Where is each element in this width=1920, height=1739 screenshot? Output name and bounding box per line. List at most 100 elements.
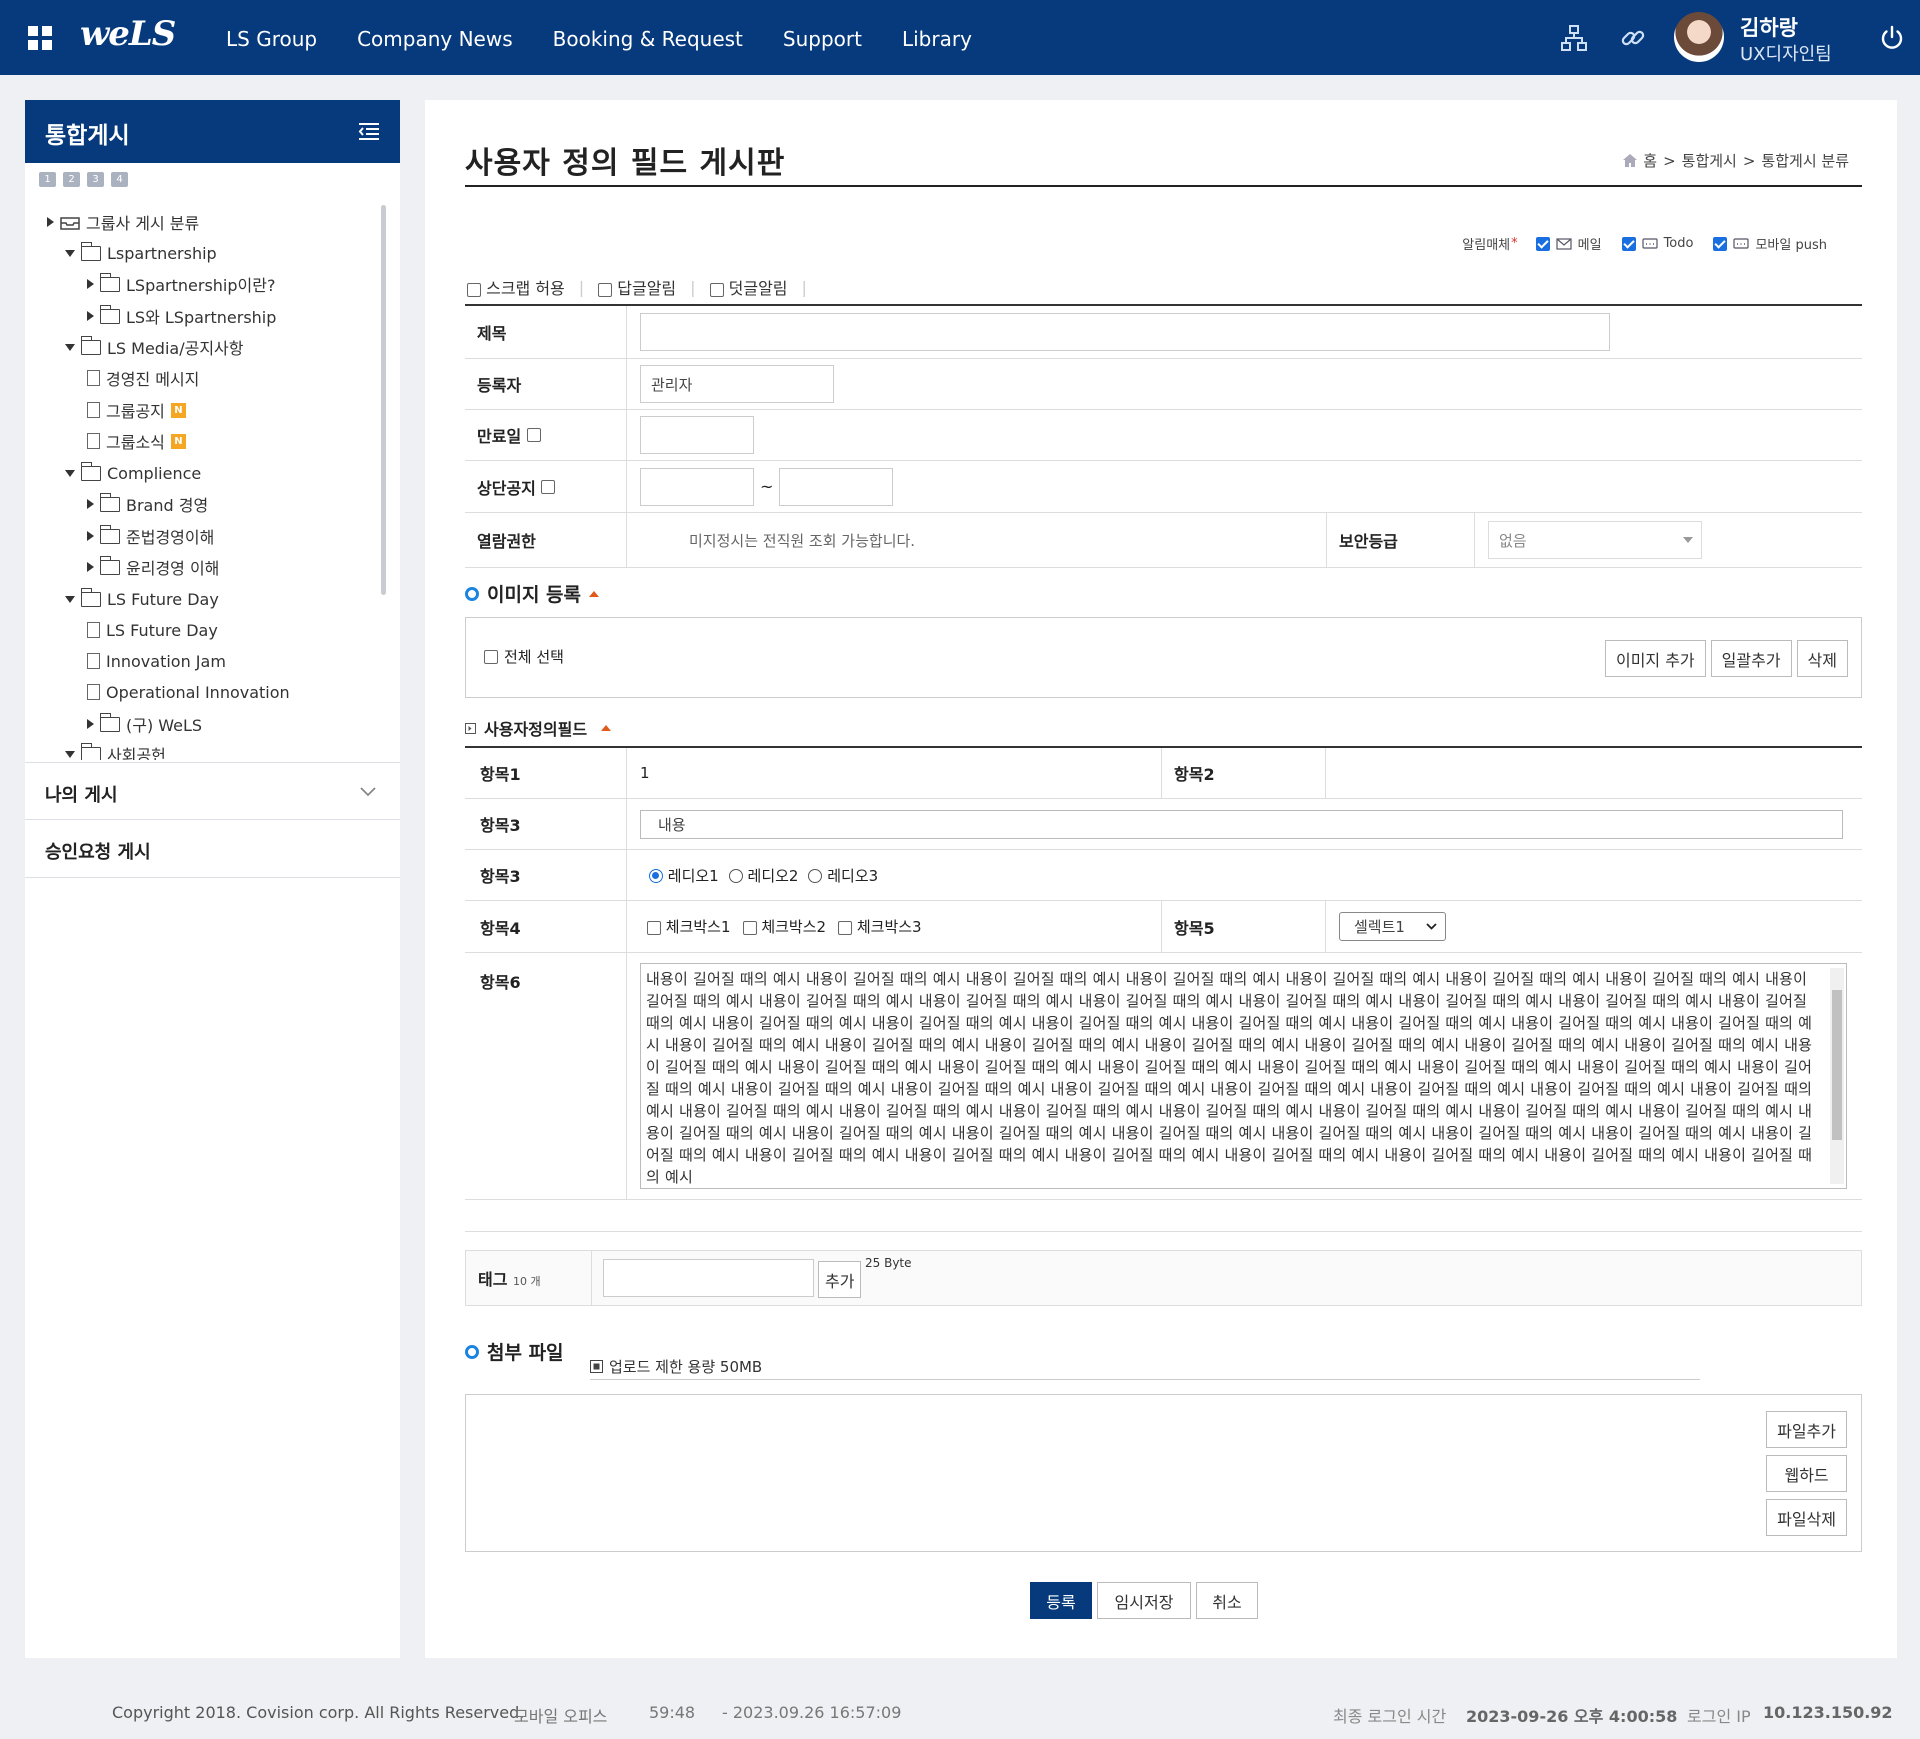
top-notice-checkbox[interactable] <box>541 479 556 494</box>
notify-todo-checkbox[interactable] <box>1621 236 1636 251</box>
item6-textarea[interactable]: 내용이 길어질 때의 예시 내용이 길어질 때의 예시 내용이 길어질 때의 예… <box>640 963 1847 1189</box>
tree-item[interactable]: 준법경영이해 <box>87 524 214 548</box>
avatar[interactable] <box>1674 12 1724 62</box>
top-notice-start-input[interactable] <box>640 467 754 506</box>
author-input[interactable]: 관리자 <box>640 365 834 403</box>
breadcrumb-board[interactable]: 통합게시 <box>1682 150 1737 171</box>
depth-2-button[interactable]: 2 <box>63 172 80 187</box>
cancel-button[interactable]: 취소 <box>1196 1582 1258 1619</box>
security-select[interactable]: 없음 <box>1488 521 1702 559</box>
breadcrumb-home[interactable]: 홈 <box>1643 150 1657 171</box>
nav-company-news[interactable]: Company News <box>357 27 513 51</box>
delete-image-button[interactable]: 삭제 <box>1796 640 1848 677</box>
tree-item[interactable]: LS Media/공지사항 <box>65 335 243 359</box>
checkbox-option-3[interactable]: 체크박스3 <box>838 916 922 937</box>
checkbox-2[interactable] <box>742 920 757 935</box>
collapse-icon[interactable] <box>65 249 75 257</box>
radio-1[interactable] <box>649 869 663 883</box>
textarea-scrollbar[interactable] <box>1830 968 1844 1184</box>
collapse-icon[interactable] <box>65 750 75 758</box>
tag-input[interactable] <box>603 1259 814 1297</box>
tree-item[interactable]: 그룹공지 N <box>87 398 186 422</box>
comment-notify-option[interactable]: 덧글알림 <box>709 275 788 299</box>
depth-4-button[interactable]: 4 <box>111 172 128 187</box>
temp-save-button[interactable]: 임시저장 <box>1097 1582 1191 1619</box>
org-chart-icon[interactable] <box>1560 24 1588 52</box>
tree-item[interactable]: Complience <box>65 461 201 485</box>
add-image-button[interactable]: 이미지 추가 <box>1604 640 1706 677</box>
webhard-button[interactable]: 웹하드 <box>1766 1455 1847 1492</box>
reply-notify-option[interactable]: 답글알림 <box>598 275 676 299</box>
nav-support[interactable]: Support <box>783 27 862 51</box>
expire-date-input[interactable] <box>640 416 754 454</box>
checkbox-1[interactable] <box>647 920 661 935</box>
collapse-caret-icon[interactable] <box>601 725 612 731</box>
tag-add-button[interactable]: 추가 <box>818 1261 862 1298</box>
tree-item[interactable]: LS와 LSpartnership <box>87 304 276 328</box>
collapse-caret-icon[interactable] <box>589 590 600 597</box>
scrap-option[interactable]: 스크랩 허용 <box>467 275 565 299</box>
tree-item[interactable]: LS Future Day <box>65 587 219 611</box>
tree-item[interactable]: Brand 경영 <box>87 492 208 516</box>
expand-icon[interactable] <box>87 499 94 509</box>
tree-item[interactable]: (구) WeLS <box>87 712 202 736</box>
tree-item[interactable]: LSpartnership이란? <box>87 272 275 296</box>
nav-ls-group[interactable]: LS Group <box>226 27 317 51</box>
radio-option-1[interactable]: 레디오1 <box>649 865 719 886</box>
apps-grid-icon[interactable] <box>28 26 52 50</box>
tree-item[interactable]: LS Future Day <box>87 618 218 642</box>
breadcrumb-category[interactable]: 통합게시 분류 <box>1761 150 1849 171</box>
home-icon[interactable] <box>1623 154 1638 167</box>
expand-icon[interactable] <box>87 311 94 321</box>
select-all-option[interactable]: 전체 선택 <box>484 646 564 667</box>
nav-library[interactable]: Library <box>902 27 972 51</box>
expand-icon[interactable] <box>87 279 94 289</box>
comment-notify-checkbox[interactable] <box>709 282 724 297</box>
tree-item[interactable]: 경영진 메시지 <box>87 366 199 390</box>
item3-input[interactable]: 내용 <box>640 809 1843 839</box>
link-icon[interactable] <box>1619 24 1647 52</box>
tree-item[interactable]: 그룹사 게시 분류 <box>47 210 199 234</box>
tree-item[interactable]: Operational Innovation <box>87 680 290 704</box>
submit-button[interactable]: 등록 <box>1030 1582 1092 1619</box>
radio-option-3[interactable]: 레디오3 <box>808 865 878 886</box>
tree-scrollbar[interactable] <box>381 205 386 595</box>
checkbox-3[interactable] <box>838 920 853 935</box>
collapse-icon[interactable] <box>65 469 75 477</box>
power-icon[interactable] <box>1878 24 1906 52</box>
expand-icon[interactable] <box>87 531 94 541</box>
checkbox-option-2[interactable]: 체크박스2 <box>742 916 826 937</box>
add-file-button[interactable]: 파일추가 <box>1766 1411 1847 1448</box>
reply-notify-checkbox[interactable] <box>598 282 613 297</box>
tree-item[interactable]: 사회공헌 <box>65 742 166 760</box>
mobile-office-link[interactable]: 모바일 오피스 <box>514 1703 607 1727</box>
expand-icon[interactable] <box>87 719 94 729</box>
depth-3-button[interactable]: 3 <box>87 172 104 187</box>
checkbox-option-1[interactable]: 체크박스1 <box>647 916 731 937</box>
expand-icon[interactable] <box>87 562 94 572</box>
expand-icon[interactable] <box>47 217 54 227</box>
approval-posts-section[interactable]: 승인요청 게시 <box>25 820 400 878</box>
scrap-checkbox[interactable] <box>467 282 481 297</box>
notify-mobile-checkbox[interactable] <box>1713 236 1728 251</box>
select-all-checkbox[interactable] <box>484 649 498 664</box>
bulk-add-button[interactable]: 일괄추가 <box>1710 640 1792 677</box>
depth-1-button[interactable]: 1 <box>39 172 56 187</box>
collapse-menu-icon[interactable] <box>358 122 380 140</box>
chevron-down-icon[interactable] <box>360 787 376 797</box>
tree-item[interactable]: Innovation Jam <box>87 649 226 673</box>
radio-3[interactable] <box>808 869 823 883</box>
collapse-icon[interactable] <box>65 343 75 351</box>
radio-2[interactable] <box>728 869 743 883</box>
collapse-icon[interactable] <box>65 595 75 603</box>
nav-booking-request[interactable]: Booking & Request <box>553 27 743 51</box>
subject-input[interactable] <box>640 313 1610 351</box>
notify-mail-checkbox[interactable] <box>1535 236 1550 251</box>
tree-item[interactable]: Lspartnership <box>65 241 217 265</box>
file-drop-area[interactable]: 파일추가 웹하드 파일삭제 <box>465 1394 1862 1552</box>
item5-select[interactable]: 셀렉트1 <box>1339 912 1446 941</box>
expire-checkbox[interactable] <box>526 428 541 442</box>
delete-file-button[interactable]: 파일삭제 <box>1766 1499 1847 1536</box>
tree-item[interactable]: 그룹소식 N <box>87 429 186 453</box>
tree-item[interactable]: 윤리경영 이해 <box>87 555 219 579</box>
